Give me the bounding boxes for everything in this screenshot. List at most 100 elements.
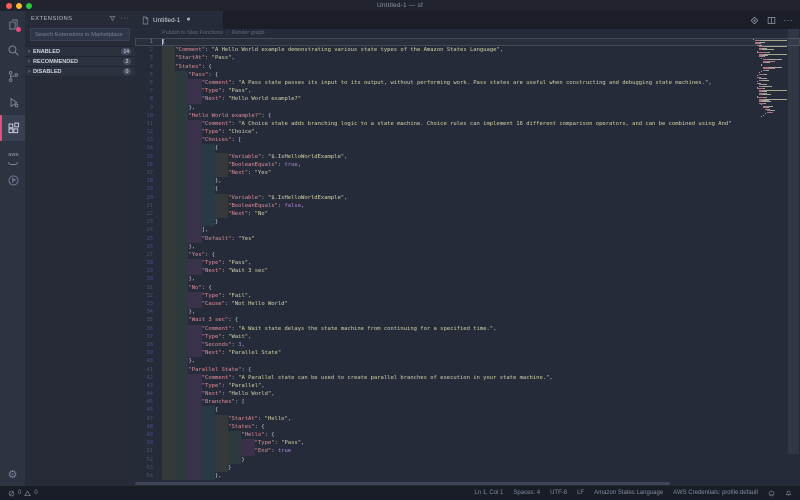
code-line[interactable]: 45 "Branches": [ [135, 398, 800, 407]
manage-button[interactable]: ⚙ [0, 462, 25, 486]
code-line[interactable]: 5 "Pass": { [135, 70, 800, 79]
code-line[interactable]: 34}, [135, 308, 800, 317]
code-line[interactable]: 54}, [135, 471, 800, 481]
line-number: 25 [146, 235, 154, 242]
code-line[interactable]: 49 "Hello": { [135, 431, 800, 440]
code-line[interactable]: 18}, [135, 177, 800, 186]
code-line[interactable]: 6 "Comment": "A Pass state passes its inp… [135, 78, 800, 88]
activity-source-control[interactable] [0, 63, 25, 89]
code-line[interactable]: 51 "End": true [135, 447, 800, 456]
code-line[interactable]: 38 "Seconds": 3, [135, 340, 800, 350]
code-line[interactable]: 28 "Type": "Pass", [135, 259, 800, 268]
code-line[interactable]: 46{ [135, 406, 800, 415]
code-line[interactable]: 37 "Type": "Wait", [135, 332, 800, 341]
code-line[interactable]: 31 "No": { [135, 283, 800, 292]
tab-untitled-1[interactable]: Untitled-1 ● [135, 11, 223, 29]
section-count-badge: 0 [123, 68, 131, 75]
code-line[interactable]: 8 "Next": "Hello World example?" [135, 95, 800, 104]
code-lines[interactable]: 1{2 "Comment": "A Hello World example dem… [135, 38, 800, 481]
render-graph-icon[interactable] [750, 16, 759, 25]
code-line[interactable]: 15 "Variable": "$.IsHelloWorldExample", [135, 152, 800, 161]
code-line[interactable]: 25 "Default": "Yes" [135, 234, 800, 243]
code-line[interactable]: 39 "Next": "Parallel State" [135, 349, 800, 358]
code-line[interactable]: 27 "Yes": { [135, 250, 800, 260]
code-line[interactable]: 1{ [135, 38, 800, 46]
code-line[interactable]: 23} [135, 218, 800, 227]
code-line[interactable]: 29 "Next": "Wait 3 sec" [135, 267, 800, 276]
code-line[interactable]: 22 "Next": "No" [135, 209, 800, 219]
section-enabled[interactable]: › ENABLED 14 [25, 46, 135, 56]
code-line[interactable]: 26}, [135, 242, 800, 251]
activity-aws-toolkit[interactable]: aws [0, 141, 25, 167]
vertical-scrollbar[interactable] [787, 29, 800, 486]
encoding[interactable]: UTF-8 [550, 490, 567, 496]
activity-explorer[interactable] [0, 11, 25, 37]
extensions-search-input[interactable] [31, 31, 129, 38]
code-line[interactable]: 30}, [135, 275, 800, 284]
activity-aws-tool[interactable] [0, 167, 25, 193]
filter-icon[interactable] [108, 15, 116, 22]
section-disabled[interactable]: › DISABLED 0 [25, 66, 135, 76]
render-graph-link[interactable]: Render graph [232, 30, 265, 36]
line-number: 7 [149, 88, 153, 95]
code-line[interactable]: 36 "Comment": "A Wait state delays the st… [135, 324, 800, 333]
publish-to-step-functions-link[interactable]: Publish to Step Functions [162, 30, 223, 36]
code-line[interactable]: 35 "Wait 3 sec": { [135, 316, 800, 325]
code-line[interactable]: 24], [135, 226, 800, 235]
language-mode[interactable]: Amazon States Language [594, 490, 663, 496]
code-line[interactable]: 43 "Type": "Parallel", [135, 381, 800, 391]
code-line[interactable]: 42 "Comment": "A Parallel state can be us… [135, 373, 800, 382]
line-number: 6 [149, 79, 153, 86]
feedback-icon[interactable] [768, 490, 775, 497]
code-line[interactable]: 50 "Type": "Pass", [135, 439, 800, 448]
indentation[interactable]: Spaces: 4 [513, 490, 540, 496]
code-line[interactable]: 44 "Next": "Hello World", [135, 390, 800, 399]
code-line[interactable]: 20 "Variable": "$.IsHelloWorldExample", [135, 193, 800, 202]
code-editor[interactable]: Publish to Step Functions | Render graph… [135, 29, 800, 486]
run-debug-icon [10, 97, 19, 107]
sidebar-more-actions-icon[interactable]: ··· [121, 15, 130, 22]
activity-extensions[interactable] [0, 115, 25, 141]
code-line[interactable]: 41 "Parallel State": { [135, 365, 800, 374]
code-line[interactable]: 33 "Cause": "Not Hello World" [135, 300, 800, 309]
code-line[interactable]: 53} [135, 463, 800, 472]
code-line[interactable]: 47 "StartAt": "Hello", [135, 414, 800, 423]
code-line[interactable]: 10 "Hello World example?": { [135, 111, 800, 120]
line-number: 33 [146, 301, 154, 307]
code-line[interactable]: 32 "Type": "Fail", [135, 291, 800, 300]
line-number: 31 [146, 284, 154, 291]
eol-sequence[interactable]: LF [577, 490, 584, 496]
problems-status[interactable]: 0 0 [8, 489, 38, 497]
editor-more-actions-icon[interactable]: ··· [784, 16, 794, 25]
minimap[interactable] [753, 39, 787, 118]
extensions-search-box [30, 28, 130, 41]
code-line[interactable]: 3 "StartAt": "Pass", [135, 54, 800, 63]
code-line[interactable]: 11 "Comment": "A Choice state adds branch… [135, 119, 800, 129]
section-recommended[interactable]: › RECOMMENDED 2 [25, 56, 135, 66]
source-control-icon [8, 70, 19, 82]
line-number: 1 [149, 39, 153, 45]
line-number: 48 [146, 423, 154, 430]
code-line[interactable]: 52} [135, 455, 800, 464]
code-line[interactable]: 2 "Comment": "A Hello World example demon… [135, 46, 800, 55]
section-count-badge: 14 [121, 48, 131, 55]
code-line[interactable]: 12 "Type": "Choice", [135, 128, 800, 137]
code-line[interactable]: 16 "BooleanEquals": true, [135, 160, 800, 169]
cursor-position[interactable]: Ln 1, Col 1 [474, 490, 503, 496]
split-editor-icon[interactable] [767, 16, 776, 25]
bell-icon[interactable] [785, 490, 792, 497]
activity-search[interactable] [0, 37, 25, 63]
code-line[interactable]: 14{ [135, 144, 800, 153]
code-line[interactable]: 4 "States": { [135, 62, 800, 71]
code-line[interactable]: 21 "BooleanEquals": false, [135, 201, 800, 210]
aws-credentials[interactable]: AWS Credentials: profile:default [673, 490, 758, 496]
line-number: 49 [146, 432, 154, 438]
code-line[interactable]: 9}, [135, 103, 800, 112]
code-line[interactable]: 40}, [135, 357, 800, 366]
code-line[interactable]: 19{ [135, 185, 800, 194]
code-line[interactable]: 7 "Type": "Pass", [135, 87, 800, 96]
activity-run-debug[interactable] [0, 89, 25, 115]
code-line[interactable]: 17 "Next": "Yes" [135, 169, 800, 178]
code-line[interactable]: 13 "Choices": [ [135, 136, 800, 145]
code-line[interactable]: 48 "States": { [135, 422, 800, 431]
